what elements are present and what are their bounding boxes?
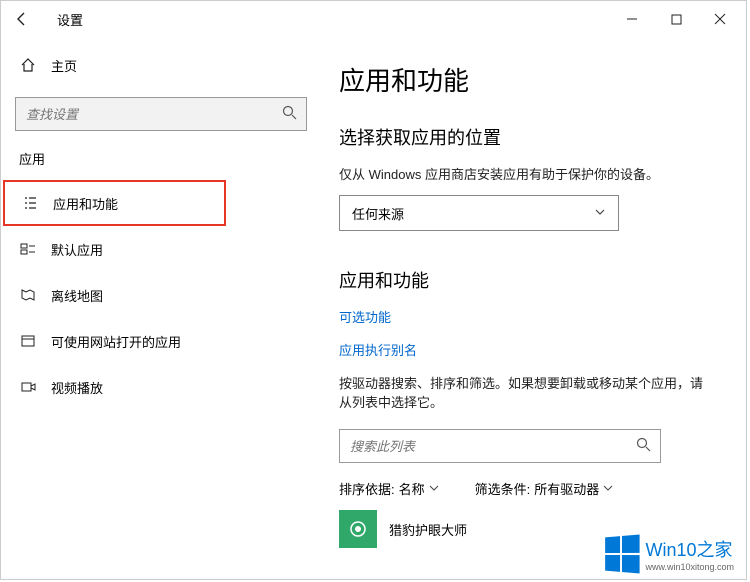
sidebar-section-label: 应用 xyxy=(1,131,321,180)
sort-value: 名称 xyxy=(399,479,425,498)
section-title-apps: 应用和功能 xyxy=(339,267,712,293)
website-icon xyxy=(19,332,37,350)
back-button[interactable] xyxy=(5,2,39,36)
page-title: 应用和功能 xyxy=(339,61,712,98)
search-icon xyxy=(636,437,651,455)
sidebar-item-apps-features[interactable]: 应用和功能 xyxy=(3,180,226,226)
window-controls xyxy=(610,2,742,36)
search-wrap xyxy=(15,97,307,131)
home-icon xyxy=(19,56,37,74)
optional-features-link[interactable]: 可选功能 xyxy=(339,307,712,326)
watermark: Win10之家 www.win10xitong.com xyxy=(603,536,734,572)
install-source-select[interactable]: 任何来源 xyxy=(339,195,619,231)
main-panel: 应用和功能 选择获取应用的位置 仅从 Windows 应用商店安装应用有助于保护… xyxy=(321,37,746,579)
app-icon xyxy=(339,510,377,548)
app-aliases-link[interactable]: 应用执行别名 xyxy=(339,340,712,359)
windows-logo-icon xyxy=(606,534,640,573)
settings-search-input[interactable] xyxy=(15,97,307,131)
settings-window: 设置 主页 xyxy=(0,0,747,580)
app-name: 猎豹护眼大师 xyxy=(389,520,467,539)
app-title: 设置 xyxy=(57,10,83,29)
sidebar-item-offline-maps[interactable]: 离线地图 xyxy=(1,272,321,318)
filter-value: 所有驱动器 xyxy=(534,479,599,498)
filter-label: 筛选条件: xyxy=(475,479,531,498)
filter-by-control[interactable]: 筛选条件: 所有驱动器 xyxy=(475,479,614,498)
chevron-down-icon xyxy=(603,481,613,496)
chevron-down-icon xyxy=(594,206,606,221)
sidebar-item-label: 视频播放 xyxy=(51,378,103,397)
sidebar-item-label: 离线地图 xyxy=(51,286,103,305)
watermark-title: Win10之家 xyxy=(645,536,734,562)
content-area: 主页 应用 应用和功能 默认应用 xyxy=(1,37,746,579)
minimize-button[interactable] xyxy=(610,2,654,36)
filters-row: 排序依据: 名称 筛选条件: 所有驱动器 xyxy=(339,479,712,498)
app-list-search-input[interactable] xyxy=(339,429,661,463)
map-icon xyxy=(19,286,37,304)
sort-label: 排序依据: xyxy=(339,479,395,498)
defaults-icon xyxy=(19,240,37,258)
watermark-url: www.win10xitong.com xyxy=(645,562,734,572)
sidebar-item-label: 应用和功能 xyxy=(53,194,118,213)
home-link[interactable]: 主页 xyxy=(1,45,321,85)
list-icon xyxy=(21,194,39,212)
close-button[interactable] xyxy=(698,2,742,36)
select-value: 任何来源 xyxy=(352,204,404,223)
sidebar-item-website-apps[interactable]: 可使用网站打开的应用 xyxy=(1,318,321,364)
search-icon xyxy=(282,105,297,123)
app-search-wrap xyxy=(339,429,661,463)
sidebar-item-label: 可使用网站打开的应用 xyxy=(51,332,181,351)
sidebar-item-default-apps[interactable]: 默认应用 xyxy=(1,226,321,272)
sort-by-control[interactable]: 排序依据: 名称 xyxy=(339,479,439,498)
section-title-install-source: 选择获取应用的位置 xyxy=(339,124,712,150)
sidebar: 主页 应用 应用和功能 默认应用 xyxy=(1,37,321,579)
home-label: 主页 xyxy=(51,56,77,75)
install-source-help: 仅从 Windows 应用商店安装应用有助于保护你的设备。 xyxy=(339,164,712,183)
apps-help-text: 按驱动器搜索、排序和筛选。如果想要卸载或移动某个应用，请从列表中选择它。 xyxy=(339,373,712,411)
sidebar-item-video-playback[interactable]: 视频播放 xyxy=(1,364,321,410)
sidebar-item-label: 默认应用 xyxy=(51,240,103,259)
chevron-down-icon xyxy=(429,481,439,496)
maximize-button[interactable] xyxy=(654,2,698,36)
video-icon xyxy=(19,378,37,396)
titlebar: 设置 xyxy=(1,1,746,37)
